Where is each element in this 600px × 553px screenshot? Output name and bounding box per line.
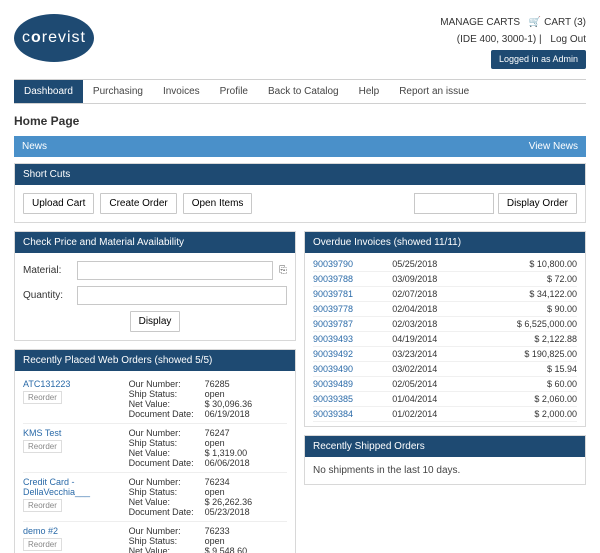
display-order-input[interactable] xyxy=(414,193,494,214)
invoice-amount: $ 6,525,000.00 xyxy=(493,319,577,329)
invoice-id[interactable]: 90039384 xyxy=(313,409,392,419)
order-row: KMS TestReorderOur Number:76247Ship Stat… xyxy=(23,424,287,473)
invoice-id[interactable]: 90039489 xyxy=(313,379,392,389)
invoice-date: 02/07/2018 xyxy=(392,289,492,299)
order-name[interactable]: ATC131223 xyxy=(23,379,129,389)
invoice-row: 9003938401/02/2014$ 2,000.00 xyxy=(313,407,577,422)
quantity-label: Quantity: xyxy=(23,290,71,301)
invoice-amount: $ 2,060.00 xyxy=(493,394,577,404)
display-order-button[interactable]: Display Order xyxy=(498,193,577,214)
news-bar: News View News xyxy=(14,136,586,157)
invoice-id[interactable]: 90039493 xyxy=(313,334,392,344)
main-nav: Dashboard Purchasing Invoices Profile Ba… xyxy=(14,79,586,104)
invoice-date: 01/04/2014 xyxy=(392,394,492,404)
invoice-row: 9003948902/05/2014$ 60.00 xyxy=(313,377,577,392)
recent-orders-header: Recently Placed Web Orders (showed 5/5) xyxy=(15,350,295,371)
quantity-input[interactable] xyxy=(77,286,287,305)
page-title: Home Page xyxy=(14,114,586,128)
order-name[interactable]: KMS Test xyxy=(23,428,129,438)
invoice-date: 01/02/2014 xyxy=(392,409,492,419)
order-row: ATC131223ReorderOur Number:76285Ship Sta… xyxy=(23,375,287,424)
invoice-id[interactable]: 90039490 xyxy=(313,364,392,374)
invoice-date: 03/02/2014 xyxy=(392,364,492,374)
invoice-id[interactable]: 90039385 xyxy=(313,394,392,404)
logout-link[interactable]: Log Out xyxy=(550,34,586,45)
nav-dashboard[interactable]: Dashboard xyxy=(14,80,83,103)
shortcuts-header: Short Cuts xyxy=(15,164,585,185)
news-label: News xyxy=(22,141,47,152)
recently-shipped-header: Recently Shipped Orders xyxy=(305,436,585,457)
order-row: demo #2ReorderOur Number:76233Ship Statu… xyxy=(23,522,287,553)
invoice-row: 9003978803/09/2018$ 72.00 xyxy=(313,272,577,287)
invoice-date: 03/23/2014 xyxy=(392,349,492,359)
nav-purchasing[interactable]: Purchasing xyxy=(83,80,153,103)
overdue-invoices-header: Overdue Invoices (showed 11/11) xyxy=(305,232,585,253)
order-name[interactable]: Credit Card - DellaVecchia___ xyxy=(23,477,129,497)
invoice-date: 02/04/2018 xyxy=(392,304,492,314)
invoice-amount: $ 10,800.00 xyxy=(493,259,577,269)
invoice-amount: $ 190,825.00 xyxy=(493,349,577,359)
invoice-id[interactable]: 90039788 xyxy=(313,274,392,284)
invoice-amount: $ 60.00 xyxy=(493,379,577,389)
invoice-date: 03/09/2018 xyxy=(392,274,492,284)
invoice-id[interactable]: 90039778 xyxy=(313,304,392,314)
nav-profile[interactable]: Profile xyxy=(210,80,258,103)
invoice-id[interactable]: 90039781 xyxy=(313,289,392,299)
invoice-amount: $ 72.00 xyxy=(493,274,577,284)
invoice-amount: $ 2,000.00 xyxy=(493,409,577,419)
invoice-id[interactable]: 90039492 xyxy=(313,349,392,359)
brand-logo: corevist xyxy=(14,14,94,62)
price-check-header: Check Price and Material Availability xyxy=(15,232,295,253)
order-row: Credit Card - DellaVecchia___ReorderOur … xyxy=(23,473,287,522)
reorder-button[interactable]: Reorder xyxy=(23,440,62,453)
invoice-date: 02/03/2018 xyxy=(392,319,492,329)
reorder-button[interactable]: Reorder xyxy=(23,499,62,512)
invoice-row: 9003938501/04/2014$ 2,060.00 xyxy=(313,392,577,407)
invoice-row: 9003949203/23/2014$ 190,825.00 xyxy=(313,347,577,362)
material-label: Material: xyxy=(23,265,71,276)
invoice-amount: $ 90.00 xyxy=(493,304,577,314)
upload-cart-button[interactable]: Upload Cart xyxy=(23,193,94,214)
invoice-row: 9003949304/19/2014$ 2,122.88 xyxy=(313,332,577,347)
admin-badge: Logged in as Admin xyxy=(491,50,586,69)
create-order-button[interactable]: Create Order xyxy=(100,193,176,214)
invoice-amount: $ 2,122.88 xyxy=(493,334,577,344)
context-label: (IDE 400, 3000-1) | xyxy=(457,34,542,45)
reorder-button[interactable]: Reorder xyxy=(23,538,62,551)
invoice-row: 9003949003/02/2014$ 15.94 xyxy=(313,362,577,377)
invoice-amount: $ 34,122.00 xyxy=(493,289,577,299)
open-items-button[interactable]: Open Items xyxy=(183,193,253,214)
invoice-id[interactable]: 90039787 xyxy=(313,319,392,329)
invoice-date: 04/19/2014 xyxy=(392,334,492,344)
price-display-button[interactable]: Display xyxy=(130,311,181,332)
invoice-row: 9003979005/25/2018$ 10,800.00 xyxy=(313,257,577,272)
invoice-date: 05/25/2018 xyxy=(392,259,492,269)
invoice-date: 02/05/2014 xyxy=(392,379,492,389)
view-news-link[interactable]: View News xyxy=(529,141,578,152)
nav-help[interactable]: Help xyxy=(349,80,390,103)
invoice-id[interactable]: 90039790 xyxy=(313,259,392,269)
order-name[interactable]: demo #2 xyxy=(23,526,129,536)
invoice-amount: $ 15.94 xyxy=(493,364,577,374)
copy-icon[interactable]: ⎘ xyxy=(279,265,287,276)
invoice-row: 9003978702/03/2018$ 6,525,000.00 xyxy=(313,317,577,332)
reorder-button[interactable]: Reorder xyxy=(23,391,62,404)
invoice-row: 9003977802/04/2018$ 90.00 xyxy=(313,302,577,317)
invoice-row: 9003978102/07/2018$ 34,122.00 xyxy=(313,287,577,302)
cart-link[interactable]: 🛒 CART (3) xyxy=(529,17,586,28)
nav-report-issue[interactable]: Report an issue xyxy=(389,80,479,103)
no-shipments-msg: No shipments in the last 10 days. xyxy=(313,465,577,476)
manage-carts-link[interactable]: MANAGE CARTS xyxy=(440,17,520,28)
nav-back-to-catalog[interactable]: Back to Catalog xyxy=(258,80,349,103)
nav-invoices[interactable]: Invoices xyxy=(153,80,210,103)
material-input[interactable] xyxy=(77,261,273,280)
